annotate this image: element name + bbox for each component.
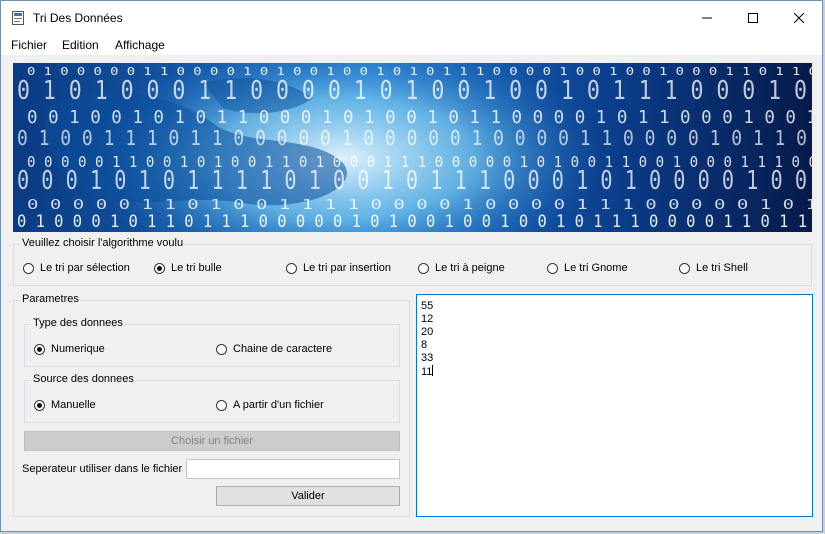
radio-dot — [154, 262, 165, 274]
data-type-group: Type des donnees Numerique Chaine de car… — [24, 317, 400, 367]
validate-button[interactable]: Valider — [216, 486, 400, 506]
close-button[interactable] — [776, 1, 822, 35]
window-title: Tri Des Données — [33, 11, 123, 25]
data-line: 33 — [421, 352, 434, 364]
radio-numerique[interactable]: Numerique — [34, 343, 105, 355]
radio-algorithm-4[interactable]: Le tri Gnome — [547, 262, 628, 274]
radio-fichier-label: A partir d'un fichier — [233, 399, 324, 411]
radio-fichier[interactable]: A partir d'un fichier — [216, 399, 324, 411]
radio-algorithm-2[interactable]: Le tri par insertion — [286, 262, 391, 274]
banner-binary-row: 0 1 0 1 0 0 0 1 1 0 0 0 0 1 0 1 0 0 1 0 … — [17, 76, 807, 106]
radio-dot — [34, 399, 45, 411]
banner-binary-row: 0 1 0 0 1 1 1 0 1 1 0 0 0 0 0 1 0 0 0 0 … — [17, 126, 807, 150]
text-caret — [432, 365, 434, 376]
radio-chaine-label: Chaine de caractere — [233, 343, 333, 355]
data-line: 11 — [421, 365, 434, 378]
radio-dot — [679, 262, 690, 274]
banner-binary-row: 0 1 0 0 0 1 0 1 1 0 1 1 1 0 0 0 0 0 1 0 … — [17, 212, 807, 232]
radio-algorithm-0[interactable]: Le tri par sélection — [23, 262, 130, 274]
menu-affichage[interactable]: Affichage — [115, 38, 165, 52]
data-input-textarea[interactable]: 55 12 20 8 33 11 — [416, 294, 813, 517]
minimize-button[interactable] — [684, 1, 730, 35]
choose-file-button[interactable]: Choisir un fichier — [24, 431, 400, 451]
radio-algorithm-5[interactable]: Le tri Shell — [679, 262, 748, 274]
radio-algorithm-label: Le tri bulle — [171, 262, 222, 274]
minimize-icon — [702, 17, 712, 19]
radio-algorithm-1[interactable]: Le tri bulle — [154, 262, 222, 274]
app-icon — [12, 11, 24, 25]
banner-binary-row: 0 0 0 1 0 1 0 1 1 1 1 0 1 0 0 1 0 1 1 1 … — [17, 166, 807, 196]
data-line: 20 — [421, 326, 434, 338]
radio-dot — [23, 262, 34, 274]
radio-dot — [418, 262, 429, 274]
radio-algorithm-label: Le tri Shell — [696, 262, 748, 274]
data-type-group-title: Type des donnees — [31, 317, 125, 329]
maximize-button[interactable] — [730, 1, 776, 35]
algorithm-group: Veuillez choisir l'algorithme voulu Le t… — [13, 237, 812, 286]
menu-fichier[interactable]: Fichier — [11, 38, 47, 52]
maximize-icon — [748, 13, 758, 23]
radio-algorithm-label: Le tri Gnome — [564, 262, 628, 274]
radio-dot — [34, 343, 45, 355]
menu-edition[interactable]: Edition — [62, 38, 99, 52]
parameters-group: Parametres Type des donnees Numerique Ch… — [13, 293, 410, 517]
radio-dot — [547, 262, 558, 274]
data-line: 8 — [421, 339, 428, 351]
menu-bar: Fichier Edition Affichage — [1, 35, 822, 55]
radio-algorithm-label: Le tri à peigne — [435, 262, 505, 274]
data-source-group-title: Source des donnees — [31, 373, 136, 385]
radio-manuelle-label: Manuelle — [51, 399, 96, 411]
separator-label: Seperateur utiliser dans le fichier — [22, 463, 183, 475]
data-source-group: Source des donnees Manuelle A partir d'u… — [24, 373, 400, 423]
separator-input[interactable] — [186, 459, 400, 479]
binary-banner-image: 0 1 0 0 0 0 0 1 1 0 0 0 0 1 0 1 0 0 1 0 … — [13, 63, 812, 232]
banner-binary-row: 0 0 0 0 0 1 1 0 1 0 0 1 1 1 1 0 0 0 0 1 … — [27, 198, 812, 213]
radio-dot — [216, 399, 227, 411]
close-icon — [794, 13, 804, 23]
data-line: 55 — [421, 300, 434, 312]
radio-manuelle[interactable]: Manuelle — [34, 399, 96, 411]
radio-algorithm-label: Le tri par sélection — [40, 262, 130, 274]
data-line: 12 — [421, 313, 434, 325]
radio-dot — [216, 343, 227, 355]
radio-algorithm-label: Le tri par insertion — [303, 262, 392, 274]
radio-algorithm-3[interactable]: Le tri à peigne — [418, 262, 505, 274]
app-window: Tri Des Données Fichier Edition Affichag… — [0, 0, 823, 532]
radio-numerique-label: Numerique — [51, 343, 105, 355]
title-bar: Tri Des Données — [1, 1, 822, 35]
algorithm-group-title: Veuillez choisir l'algorithme voulu — [20, 237, 186, 249]
radio-chaine[interactable]: Chaine de caractere — [216, 343, 332, 355]
radio-dot — [286, 262, 297, 274]
parameters-group-title: Parametres — [20, 293, 81, 305]
banner-binary-row: 0 0 1 0 0 1 0 1 0 1 1 0 0 0 1 0 1 0 0 1 … — [27, 107, 812, 128]
